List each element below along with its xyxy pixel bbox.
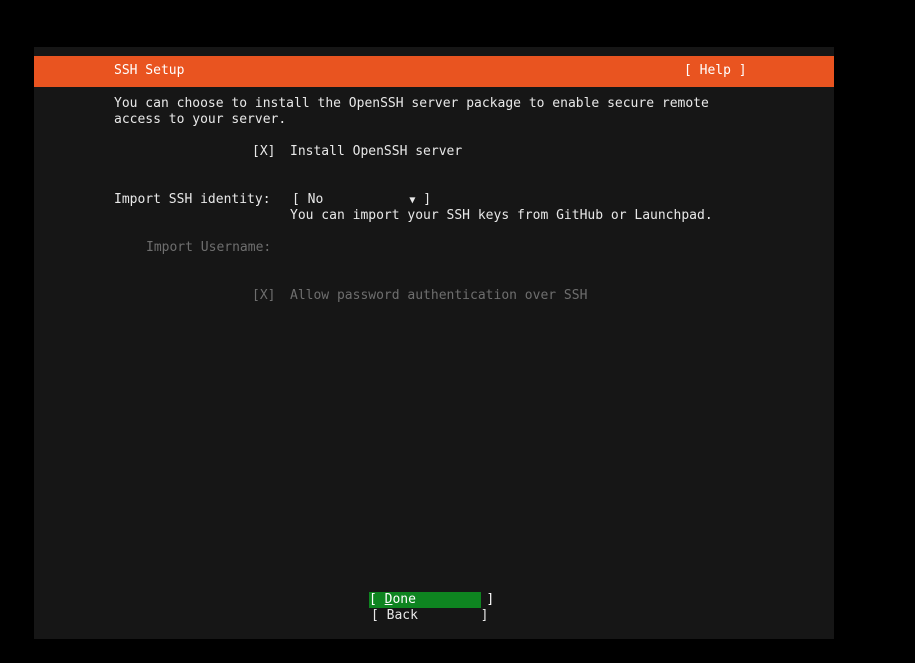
done-padding — [416, 592, 486, 607]
page-title: SSH Setup — [114, 63, 185, 78]
back-label: Back — [386, 608, 418, 623]
import-identity-label: Import SSH identity: — [114, 192, 271, 207]
password-auth-label: Allow password authentication over SSH — [290, 288, 588, 303]
installer-screen: SSH Setup [ Help ] You can choose to ins… — [34, 47, 834, 639]
install-openssh-checkbox[interactable]: [X] — [252, 144, 275, 160]
intro-text-line-1: You can choose to install the OpenSSH se… — [114, 96, 709, 111]
done-close-bracket: ] — [486, 592, 495, 607]
done-label-rest: one — [392, 592, 416, 607]
import-identity-select[interactable]: [ No ▼ ] — [292, 192, 431, 208]
select-padding — [323, 192, 409, 207]
done-open-bracket: [ — [369, 592, 385, 607]
select-open-bracket: [ — [292, 192, 308, 207]
back-button[interactable]: [ Back ] — [371, 608, 488, 624]
help-button[interactable]: [ Help ] — [684, 63, 747, 79]
import-identity-help: You can import your SSH keys from GitHub… — [290, 208, 713, 223]
import-identity-value: No — [307, 192, 324, 207]
back-padding — [418, 608, 481, 623]
install-openssh-label: Install OpenSSH server — [290, 144, 463, 159]
import-username-label: Import Username: — [146, 240, 272, 255]
back-close-bracket: ] — [480, 608, 489, 623]
select-close-bracket: ] — [415, 192, 432, 207]
back-open-bracket: [ — [371, 608, 387, 623]
header-bar: SSH Setup [ Help ] — [34, 56, 834, 87]
password-auth-checkbox[interactable]: [X] — [252, 288, 275, 304]
done-button[interactable]: [ Done ] — [369, 592, 494, 608]
intro-text-line-2: access to your server. — [114, 112, 287, 127]
